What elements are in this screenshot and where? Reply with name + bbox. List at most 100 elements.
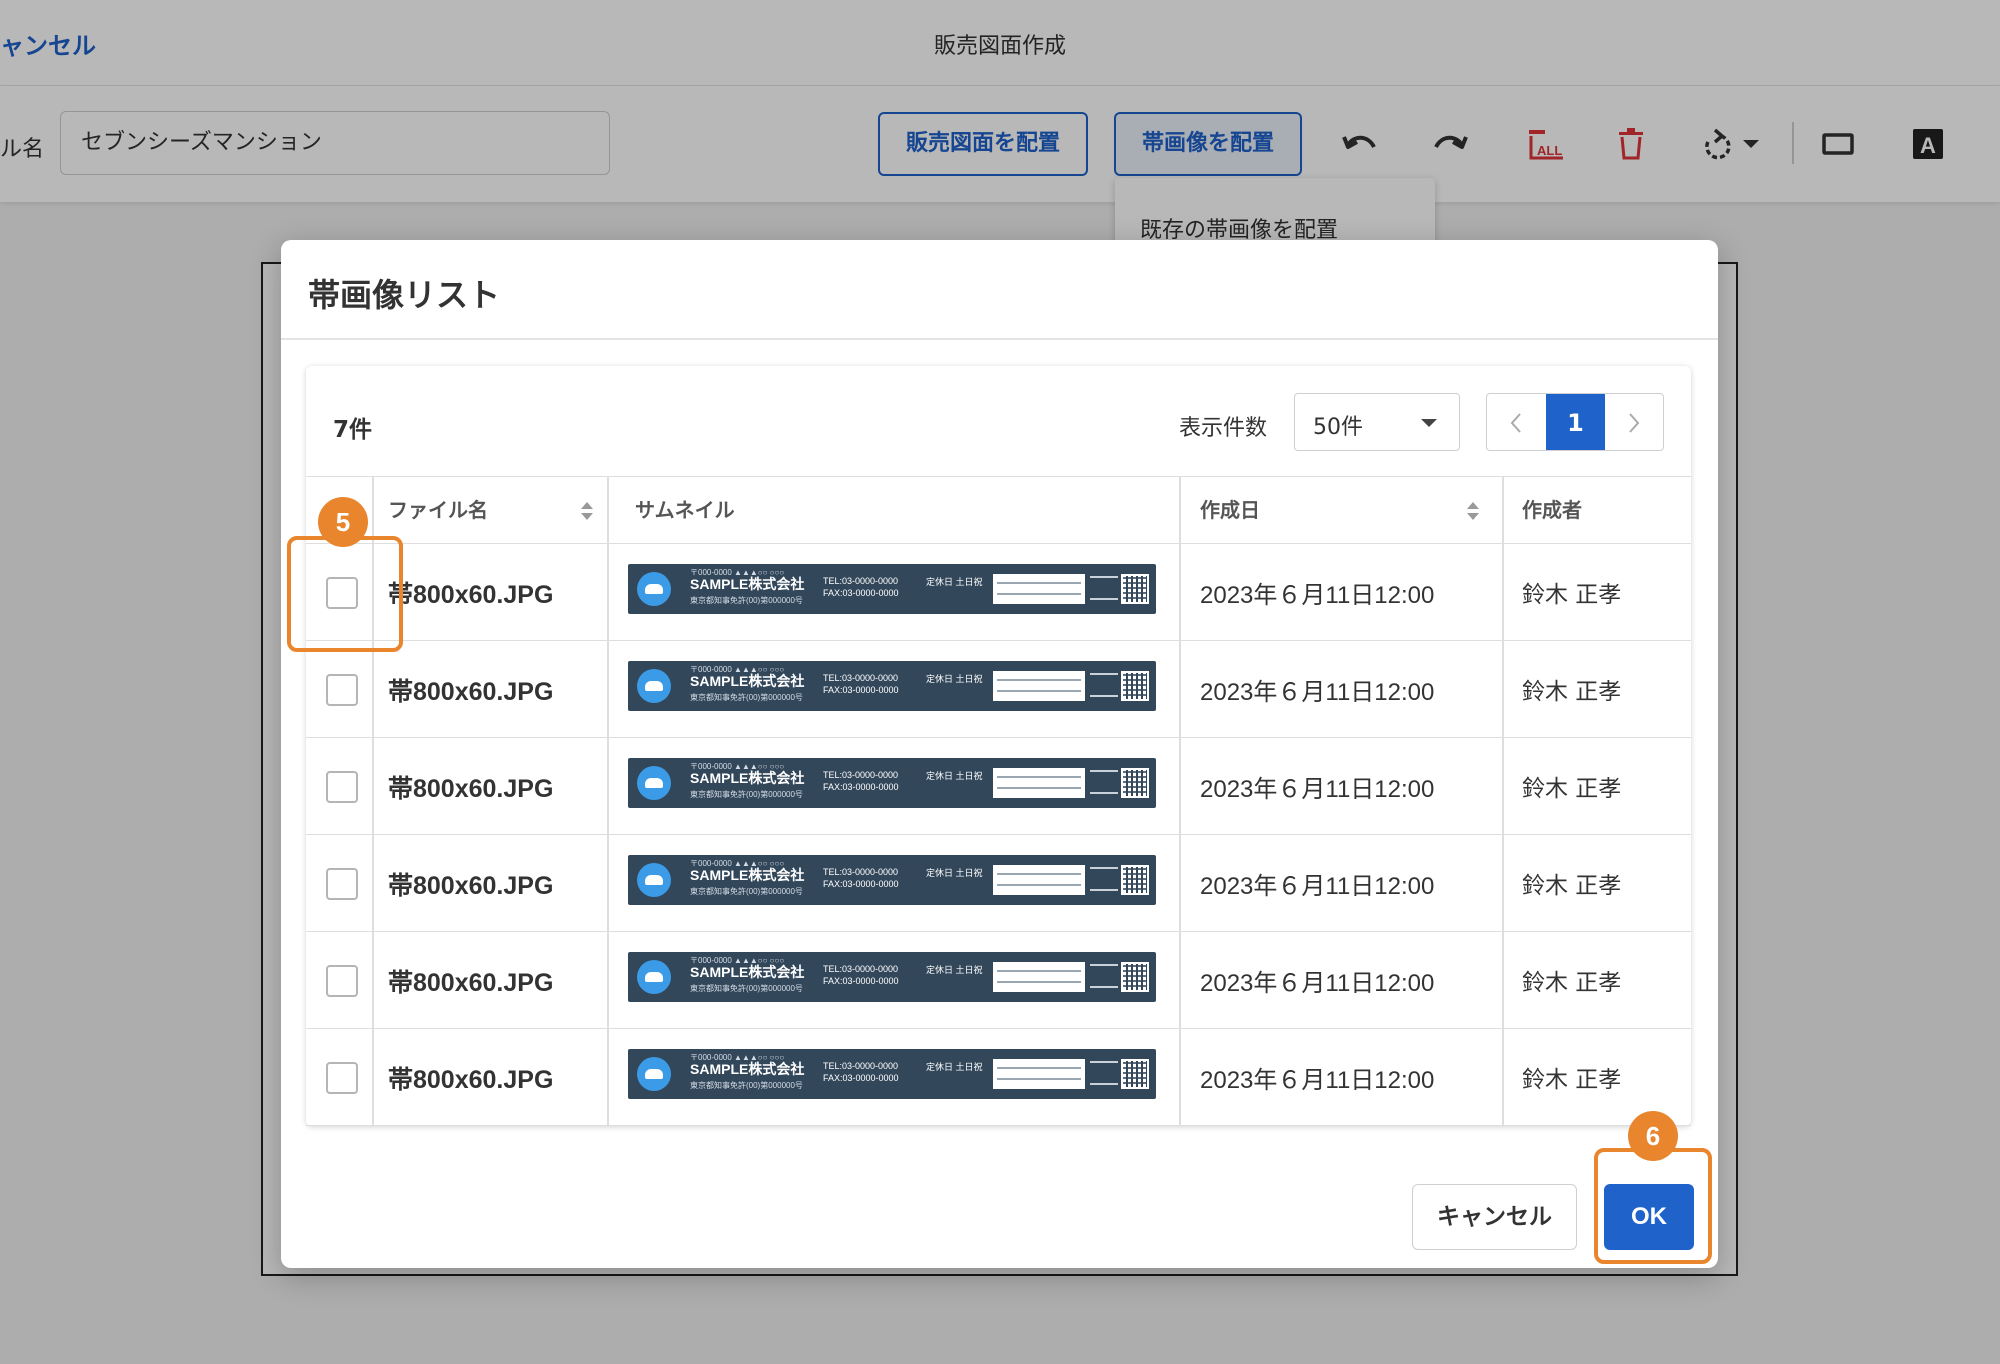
- column-header-thumbnail: サムネイル: [635, 498, 735, 522]
- thumb-note: [1090, 770, 1118, 794]
- row-checkbox[interactable]: [326, 674, 358, 706]
- thumb-fee-table: [993, 768, 1085, 798]
- item-count: 7件: [333, 417, 373, 443]
- cloud-logo-icon: [637, 572, 671, 606]
- thumb-license-line: 東京都知事免許(00)第000000号: [690, 1081, 803, 1090]
- qr-code-icon: [1121, 574, 1149, 604]
- thumb-note: [1090, 867, 1118, 891]
- row-author: 鈴木 正孝: [1522, 1067, 1622, 1093]
- thumb-fax: FAX:03-0000-0000: [823, 588, 899, 598]
- thumb-fee-table: [993, 962, 1085, 992]
- thumb-company: SAMPLE株式会社: [690, 673, 805, 689]
- thumb-holiday: 定休日 土日祝: [926, 1062, 983, 1072]
- row-author: 鈴木 正孝: [1522, 582, 1622, 608]
- row-checkbox[interactable]: [326, 1062, 358, 1094]
- per-page-select[interactable]: 50件: [1294, 393, 1460, 451]
- thumb-company: SAMPLE株式会社: [690, 867, 805, 883]
- thumb-contact: TEL:03-0000-0000 FAX:03-0000-0000: [823, 1060, 899, 1084]
- thumb-holiday: 定休日 土日祝: [926, 577, 983, 587]
- band-thumbnail: 〒000-0000 ▲▲▲○○ ○○○ SAMPLE株式会社 東京都知事免許(0…: [628, 855, 1156, 905]
- qr-code-icon: [1121, 671, 1149, 701]
- thumb-contact: TEL:03-0000-0000 FAX:03-0000-0000: [823, 866, 899, 890]
- thumb-fee-table: [993, 865, 1085, 895]
- thumb-contact: TEL:03-0000-0000 FAX:03-0000-0000: [823, 575, 899, 599]
- row-checkbox[interactable]: [326, 771, 358, 803]
- band-thumbnail: 〒000-0000 ▲▲▲○○ ○○○ SAMPLE株式会社 東京都知事免許(0…: [628, 1049, 1156, 1099]
- sort-created-icon[interactable]: [1466, 500, 1480, 522]
- column-header-created[interactable]: 作成日: [1200, 477, 1260, 545]
- thumb-fax: FAX:03-0000-0000: [823, 976, 899, 986]
- thumb-license-line: 東京都知事免許(00)第000000号: [690, 693, 803, 702]
- thumb-company: SAMPLE株式会社: [690, 576, 805, 592]
- row-created-date: 2023年６月11日12:00: [1200, 873, 1435, 900]
- chevron-left-icon: [1510, 413, 1521, 433]
- sort-filename-icon[interactable]: [580, 500, 594, 522]
- thumb-license-line: 東京都知事免許(00)第000000号: [690, 887, 803, 896]
- table-row[interactable]: 帯800x60.JPG 〒000-0000 ▲▲▲○○ ○○○ SAMPLE株式…: [306, 932, 1691, 1029]
- modal-title: 帯画像リスト: [308, 276, 501, 314]
- row-checkbox[interactable]: [326, 868, 358, 900]
- thumb-fax: FAX:03-0000-0000: [823, 879, 899, 889]
- table-row[interactable]: 帯800x60.JPG 〒000-0000 ▲▲▲○○ ○○○ SAMPLE株式…: [306, 1029, 1691, 1126]
- step6-badge: 6: [1628, 1111, 1678, 1161]
- thumb-contact: TEL:03-0000-0000 FAX:03-0000-0000: [823, 769, 899, 793]
- list-card: 7件 表示件数 50件 1 ファイル名 サムネイル 作成日 作成者 帯800x6…: [306, 366, 1691, 1126]
- thumb-fee-table: [993, 1059, 1085, 1089]
- current-page-button[interactable]: 1: [1546, 394, 1605, 450]
- pagination: 1: [1486, 393, 1664, 451]
- thumb-fee-table: [993, 671, 1085, 701]
- row-created-date: 2023年６月11日12:00: [1200, 679, 1435, 706]
- cloud-logo-icon: [637, 669, 671, 703]
- thumb-company: SAMPLE株式会社: [690, 770, 805, 786]
- cloud-logo-icon: [637, 1057, 671, 1091]
- row-author: 鈴木 正孝: [1522, 970, 1622, 996]
- band-thumbnail: 〒000-0000 ▲▲▲○○ ○○○ SAMPLE株式会社 東京都知事免許(0…: [628, 564, 1156, 614]
- cancel-button[interactable]: キャンセル: [1412, 1184, 1577, 1250]
- prev-page-button[interactable]: [1487, 394, 1545, 450]
- per-page-value: 50件: [1313, 415, 1363, 440]
- qr-code-icon: [1121, 865, 1149, 895]
- cloud-logo-icon: [637, 863, 671, 897]
- row-created-date: 2023年６月11日12:00: [1200, 970, 1435, 997]
- thumb-contact: TEL:03-0000-0000 FAX:03-0000-0000: [823, 672, 899, 696]
- table-row[interactable]: 帯800x60.JPG 〒000-0000 ▲▲▲○○ ○○○ SAMPLE株式…: [306, 835, 1691, 932]
- thumb-note: [1090, 576, 1118, 600]
- row-filename: 帯800x60.JPG: [388, 872, 554, 900]
- thumb-fax: FAX:03-0000-0000: [823, 1073, 899, 1083]
- thumb-fax: FAX:03-0000-0000: [823, 685, 899, 695]
- thumb-note: [1090, 964, 1118, 988]
- thumb-license-line: 東京都知事免許(00)第000000号: [690, 984, 803, 993]
- qr-code-icon: [1121, 768, 1149, 798]
- row-filename: 帯800x60.JPG: [388, 1066, 554, 1094]
- row-author: 鈴木 正孝: [1522, 776, 1622, 802]
- band-thumbnail: 〒000-0000 ▲▲▲○○ ○○○ SAMPLE株式会社 東京都知事免許(0…: [628, 758, 1156, 808]
- chevron-right-icon: [1629, 413, 1640, 433]
- thumb-tel: TEL:03-0000-0000: [823, 867, 899, 877]
- column-header-author: 作成者: [1522, 498, 1582, 522]
- table-row[interactable]: 帯800x60.JPG 〒000-0000 ▲▲▲○○ ○○○ SAMPLE株式…: [306, 544, 1691, 641]
- band-thumbnail: 〒000-0000 ▲▲▲○○ ○○○ SAMPLE株式会社 東京都知事免許(0…: [628, 952, 1156, 1002]
- band-image-table: ファイル名 サムネイル 作成日 作成者 帯800x60.JPG 〒000-000…: [306, 476, 1691, 1126]
- qr-code-icon: [1121, 962, 1149, 992]
- row-checkbox[interactable]: [326, 965, 358, 997]
- column-header-filename[interactable]: ファイル名: [388, 477, 488, 545]
- thumb-company: SAMPLE株式会社: [690, 964, 805, 980]
- next-page-button[interactable]: [1605, 394, 1663, 450]
- qr-code-icon: [1121, 1059, 1149, 1089]
- thumb-note: [1090, 1061, 1118, 1085]
- thumb-license-line: 東京都知事免許(00)第000000号: [690, 790, 803, 799]
- table-row[interactable]: 帯800x60.JPG 〒000-0000 ▲▲▲○○ ○○○ SAMPLE株式…: [306, 738, 1691, 835]
- step6-highlight: [1594, 1148, 1712, 1264]
- table-header: ファイル名 サムネイル 作成日 作成者: [306, 476, 1691, 544]
- thumb-tel: TEL:03-0000-0000: [823, 964, 899, 974]
- cloud-logo-icon: [637, 766, 671, 800]
- row-created-date: 2023年６月11日12:00: [1200, 1067, 1435, 1094]
- band-thumbnail: 〒000-0000 ▲▲▲○○ ○○○ SAMPLE株式会社 東京都知事免許(0…: [628, 661, 1156, 711]
- step5-highlight: [287, 536, 403, 652]
- row-created-date: 2023年６月11日12:00: [1200, 582, 1435, 609]
- band-image-list-modal: 帯画像リスト 7件 表示件数 50件 1 ファイル名 サムネイル 作成日 作成者…: [281, 240, 1718, 1268]
- thumb-tel: TEL:03-0000-0000: [823, 770, 899, 780]
- thumb-note: [1090, 673, 1118, 697]
- table-row[interactable]: 帯800x60.JPG 〒000-0000 ▲▲▲○○ ○○○ SAMPLE株式…: [306, 641, 1691, 738]
- caret-down-icon: [1421, 419, 1437, 427]
